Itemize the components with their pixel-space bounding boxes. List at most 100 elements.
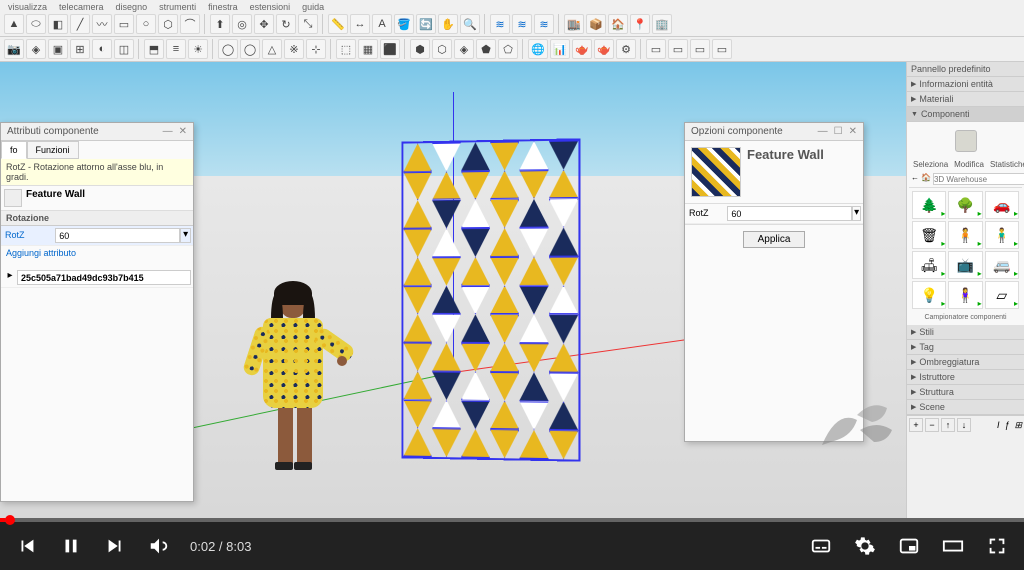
solid-3[interactable]: ◈ — [454, 39, 474, 59]
section-tool[interactable]: ⬒ — [144, 39, 164, 59]
circle-tool[interactable]: ○ — [136, 14, 156, 34]
back-icon[interactable]: ← — [911, 173, 919, 185]
ext-tool-3[interactable]: ≋ — [534, 14, 554, 34]
view-2[interactable]: ▭ — [668, 39, 688, 59]
text-tool[interactable]: A — [372, 14, 392, 34]
building-tool[interactable]: 🏢 — [652, 14, 672, 34]
ext-tool-1[interactable]: ≋ — [490, 14, 510, 34]
freehand-tool[interactable]: 〰 — [92, 14, 112, 34]
view-1[interactable]: ▭ — [646, 39, 666, 59]
thumb-lamp[interactable]: 💡▸ — [912, 281, 946, 309]
rotate-tool[interactable]: ↻ — [276, 14, 296, 34]
style-tool-5[interactable]: ⊹ — [306, 39, 326, 59]
solid-4[interactable]: ⬟ — [476, 39, 496, 59]
zoom-tool[interactable]: 🔍 — [460, 14, 480, 34]
shade-tool[interactable]: ◐ — [92, 39, 112, 59]
rotz-input[interactable] — [55, 228, 180, 243]
thumb-bench[interactable]: 🛋▸ — [912, 251, 946, 279]
polygon-tool[interactable]: ⬡ — [158, 14, 178, 34]
prev-button[interactable] — [14, 533, 40, 559]
menu-bar[interactable]: visualizza telecamera disegno strumenti … — [0, 0, 1024, 12]
ext-e[interactable]: ⚙ — [616, 39, 636, 59]
orbit-tool[interactable]: 🔄 — [416, 14, 436, 34]
solid-5[interactable]: ⬠ — [498, 39, 518, 59]
dropdown-icon[interactable]: ▾ — [852, 206, 861, 221]
scale-tool[interactable]: ⤡ — [298, 14, 318, 34]
thumb-bin[interactable]: 🗑▸ — [912, 221, 946, 249]
dimension-tool[interactable]: ↔ — [350, 14, 370, 34]
thumb-person2[interactable]: 🧍‍♂️▸ — [985, 221, 1019, 249]
tab-edit[interactable]: Modifica — [954, 160, 984, 169]
menu-finestra[interactable]: finestra — [208, 2, 238, 10]
ext-b[interactable]: 📊 — [550, 39, 570, 59]
ext-c[interactable]: 🫖 — [572, 39, 592, 59]
thumb-tree[interactable]: 🌲▸ — [912, 191, 946, 219]
attr-panel-title[interactable]: Attributi componente —✕ — [1, 123, 193, 141]
pan-tool[interactable]: ✋ — [438, 14, 458, 34]
tray-panel[interactable]: Pannello predefinito ▶Informazioni entit… — [906, 62, 1024, 518]
xray-tool[interactable]: ◫ — [114, 39, 134, 59]
thumb-person1[interactable]: 🧍▸ — [948, 221, 982, 249]
offset-tool[interactable]: ◎ — [232, 14, 252, 34]
opt-rotz-input[interactable] — [727, 206, 852, 221]
eraser-tool[interactable]: ◧ — [48, 14, 68, 34]
scene-del[interactable]: − — [925, 418, 939, 432]
home-icon[interactable]: 🏠 — [921, 173, 931, 185]
tab-functions[interactable]: Funzioni — [27, 141, 79, 159]
tab-stats[interactable]: Statistiche — [990, 160, 1024, 169]
add-attribute-link[interactable]: Aggiungi attributo — [1, 246, 193, 260]
close-icon[interactable]: ✕ — [849, 126, 857, 137]
hash-field[interactable] — [17, 270, 191, 285]
ext-a[interactable]: 🌐 — [528, 39, 548, 59]
layer-tool[interactable]: ≡ — [166, 39, 186, 59]
apply-button[interactable]: Applica — [743, 231, 806, 248]
view-3[interactable]: ▭ — [690, 39, 710, 59]
wire-tool[interactable]: ⊞ — [70, 39, 90, 59]
camera-tool[interactable]: 📷 — [4, 39, 24, 59]
menu-telecamera[interactable]: telecamera — [59, 2, 104, 10]
theater-button[interactable] — [940, 533, 966, 559]
sandbox-3[interactable]: ⬛ — [380, 39, 400, 59]
sandbox-2[interactable]: ▦ — [358, 39, 378, 59]
menu-strumenti[interactable]: strumenti — [159, 2, 196, 10]
menu-guida[interactable]: guida — [302, 2, 324, 10]
dropdown-icon[interactable]: ▾ — [180, 228, 191, 243]
tray-title[interactable]: Pannello predefinito — [907, 62, 1024, 77]
arc-tool[interactable]: ⌒ — [180, 14, 200, 34]
thumb-van[interactable]: 🚐▸ — [985, 251, 1019, 279]
menu-visualizza[interactable]: visualizza — [8, 2, 47, 10]
component-tool[interactable]: 📦 — [586, 14, 606, 34]
minimize-icon[interactable]: — — [163, 126, 173, 137]
thumb-tv[interactable]: 📺▸ — [948, 251, 982, 279]
maximize-icon[interactable]: ☐ — [834, 126, 843, 137]
thumb-slab[interactable]: ▱▸ — [985, 281, 1019, 309]
rect-tool[interactable]: ▭ — [114, 14, 134, 34]
home-tool[interactable]: 🏠 — [608, 14, 628, 34]
lasso-tool[interactable]: ⬭ — [26, 14, 46, 34]
select-tool[interactable]: ▲ — [4, 14, 24, 34]
style-tool-1[interactable]: ◯ — [218, 39, 238, 59]
thumb-tree2[interactable]: 🌳▸ — [948, 191, 982, 219]
expand-icon[interactable]: ▸ — [3, 270, 17, 285]
menu-disegno[interactable]: disegno — [116, 2, 148, 10]
push-pull-tool[interactable]: ⬆ — [210, 14, 230, 34]
warehouse-tool[interactable]: 🏬 — [564, 14, 584, 34]
style-tool-3[interactable]: △ — [262, 39, 282, 59]
tab-select[interactable]: Seleziona — [913, 160, 948, 169]
progress-bar[interactable] — [0, 518, 1024, 522]
miniplayer-button[interactable] — [896, 533, 922, 559]
opt-panel-title[interactable]: Opzioni componente —☐✕ — [685, 123, 863, 141]
close-icon[interactable]: ✕ — [179, 126, 187, 137]
move-tool[interactable]: ✥ — [254, 14, 274, 34]
solid-1[interactable]: ⬢ — [410, 39, 430, 59]
scene-add[interactable]: + — [909, 418, 923, 432]
3d-viewport[interactable]: Attributi componente —✕ fo Funzioni RotZ… — [0, 62, 906, 518]
location-tool[interactable]: 📍 — [630, 14, 650, 34]
paint-tool[interactable]: 🪣 — [394, 14, 414, 34]
attribute-panel[interactable]: Attributi componente —✕ fo Funzioni RotZ… — [0, 122, 194, 502]
sandbox-1[interactable]: ⬚ — [336, 39, 356, 59]
video-controls[interactable]: 0:02 / 8:03 — [0, 518, 1024, 570]
line-tool[interactable]: ╱ — [70, 14, 90, 34]
warehouse-search[interactable] — [933, 173, 1024, 185]
thumb-person3[interactable]: 🧍‍♀️▸ — [948, 281, 982, 309]
